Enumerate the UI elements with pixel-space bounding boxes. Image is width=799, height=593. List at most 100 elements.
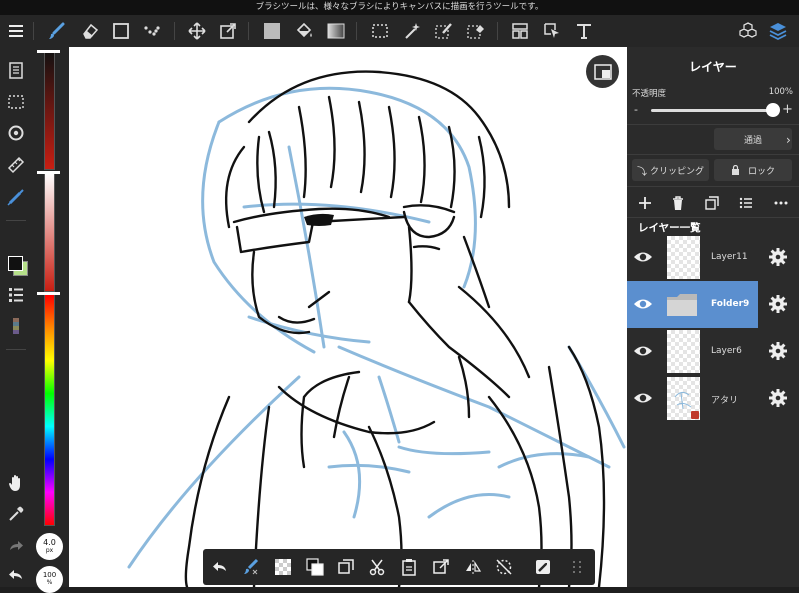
bucket-icon[interactable]	[289, 15, 319, 47]
gear-icon[interactable]	[768, 294, 788, 318]
opacity-minus-button[interactable]: -	[634, 103, 638, 116]
gear-icon[interactable]	[768, 388, 788, 412]
layer-row-selected[interactable]: Folder9	[627, 281, 799, 328]
canvas-view-button[interactable]	[586, 55, 619, 88]
fill-color-icon[interactable]	[257, 15, 287, 47]
move-icon[interactable]	[182, 15, 212, 47]
rotate-icon[interactable]	[4, 121, 28, 145]
eye-icon[interactable]	[633, 294, 653, 318]
ruler-icon[interactable]	[4, 153, 28, 177]
blend-mode-button[interactable]: 通過	[714, 128, 792, 150]
material-icon[interactable]	[733, 15, 763, 47]
select-eraser-icon[interactable]	[461, 15, 491, 47]
operation-icon[interactable]	[537, 15, 567, 47]
color-swap-icon[interactable]	[303, 555, 327, 579]
copy-icon[interactable]	[334, 555, 358, 579]
shape-icon[interactable]	[106, 15, 136, 47]
brush-size-slider[interactable]	[44, 50, 55, 170]
brush-size-handle[interactable]	[37, 50, 60, 53]
magic-wand-icon[interactable]	[397, 15, 427, 47]
brush-icon[interactable]	[42, 15, 72, 47]
deselect-icon[interactable]	[492, 555, 516, 579]
eye-icon[interactable]	[633, 341, 653, 365]
opacity-slider[interactable]	[44, 172, 55, 292]
left-sidebar	[0, 47, 32, 587]
clipping-button[interactable]: ⤵ クリッピング	[632, 159, 709, 181]
opacity-slider-knob[interactable]	[766, 103, 780, 117]
flip-horizontal-icon[interactable]	[461, 555, 485, 579]
opacity-plus-button[interactable]: +	[782, 102, 793, 117]
selection-icon[interactable]	[4, 90, 28, 114]
text-icon[interactable]	[569, 15, 599, 47]
brush-size-indicator[interactable]: 4.0 px	[36, 533, 63, 560]
more-options-icon[interactable]	[773, 195, 789, 211]
drag-handle-icon[interactable]	[565, 555, 589, 579]
layer-row[interactable]: アタリ	[627, 375, 799, 422]
snap-pen-icon[interactable]	[4, 185, 28, 209]
layer-row[interactable]: Layer11	[627, 234, 799, 281]
color-history-icon[interactable]	[4, 314, 28, 338]
gradient-icon[interactable]	[321, 15, 351, 47]
transparent-fill-icon[interactable]	[271, 555, 295, 579]
color-set-icon[interactable]	[4, 283, 28, 307]
color-swatch[interactable]	[6, 254, 28, 276]
gear-icon[interactable]	[768, 341, 788, 365]
transform-icon[interactable]	[429, 555, 453, 579]
panel-divider	[627, 124, 799, 125]
menu-icon[interactable]	[1, 15, 31, 47]
toolbar-divider	[248, 22, 249, 40]
brush-size-unit: px	[45, 547, 54, 554]
sidebar-divider	[6, 349, 26, 350]
redo-icon[interactable]	[4, 534, 28, 558]
paste-icon[interactable]	[397, 555, 421, 579]
layer-thumbnail	[667, 377, 700, 420]
select-pen-icon[interactable]	[429, 15, 459, 47]
undo-icon[interactable]	[4, 563, 28, 587]
eyedropper-icon[interactable]	[4, 502, 28, 526]
layer-name: Folder9	[711, 299, 750, 309]
layers-icon[interactable]	[763, 15, 793, 47]
layer-thumbnail	[667, 236, 700, 279]
drawing-canvas[interactable]	[69, 47, 627, 587]
opacity-slider-track[interactable]	[651, 109, 773, 112]
opacity-handle[interactable]	[37, 171, 60, 174]
layer-row[interactable]: Layer6	[627, 328, 799, 375]
gear-icon[interactable]	[768, 247, 788, 271]
dot-brush-icon[interactable]	[137, 15, 167, 47]
duplicate-layer-icon[interactable]	[704, 195, 720, 211]
eye-icon[interactable]	[633, 247, 653, 271]
clipping-icon: ⤵	[636, 166, 647, 178]
hand-icon[interactable]	[4, 471, 28, 495]
brush-opacity-indicator[interactable]: 100 %	[36, 566, 63, 593]
brush-opacity-value: 100	[42, 571, 57, 579]
eraser-icon[interactable]	[75, 15, 105, 47]
clipping-label: クリッピング	[649, 166, 704, 177]
add-layer-icon[interactable]	[637, 195, 653, 211]
opacity-value: 100%	[768, 87, 793, 97]
select-rect-icon[interactable]	[365, 15, 395, 47]
lock-button[interactable]: ロック	[714, 159, 792, 181]
view-toggle-icon	[593, 63, 612, 80]
quick-access-bar	[203, 549, 595, 585]
layer-list-icon[interactable]	[738, 195, 754, 211]
hue-slider[interactable]	[44, 294, 55, 526]
snap-icon[interactable]	[531, 555, 555, 579]
eye-icon[interactable]	[633, 388, 653, 412]
brush-opacity-unit: %	[46, 579, 53, 586]
delete-layer-icon[interactable]	[670, 195, 686, 211]
toolbar-divider	[174, 22, 175, 40]
panel-divider	[627, 186, 799, 187]
transform-icon[interactable]	[213, 15, 243, 47]
cut-icon[interactable]	[365, 555, 389, 579]
undo-icon[interactable]	[208, 555, 232, 579]
sketch-drawing	[127, 70, 626, 587]
frame-divider-icon[interactable]	[505, 15, 535, 47]
panel-divider	[627, 217, 799, 218]
folder-icon	[666, 293, 698, 321]
blend-mode-label: 通過	[743, 135, 762, 146]
page-icon[interactable]	[4, 58, 28, 82]
brush-icon[interactable]	[239, 555, 263, 579]
foreground-color[interactable]	[8, 256, 23, 271]
toolbar-divider	[497, 22, 498, 40]
hue-handle[interactable]	[37, 292, 60, 295]
